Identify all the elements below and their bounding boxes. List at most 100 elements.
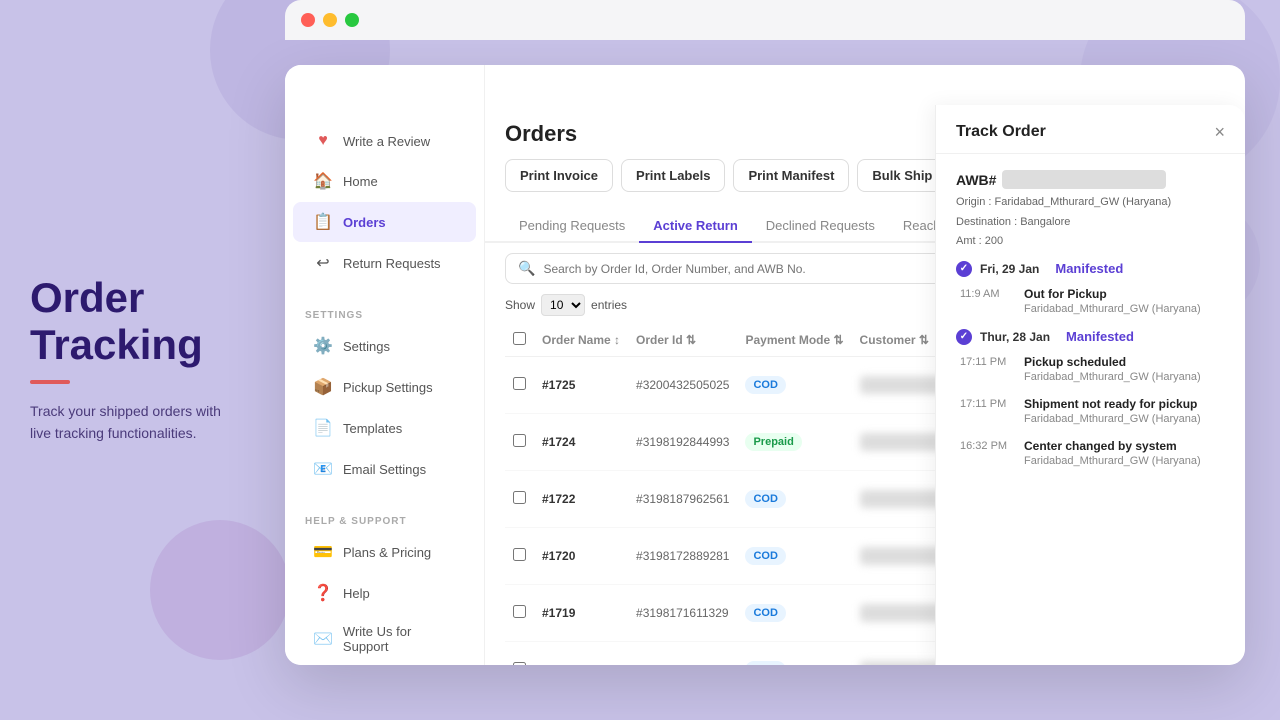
sidebar-help-section: HELP & SUPPORT 💳 Plans & Pricing ❓ Help …	[285, 498, 484, 665]
settings-icon: ⚙️	[313, 336, 333, 356]
timeline-time: 17:11 PM	[960, 398, 1012, 425]
sidebar-item-label: Write a Review	[343, 134, 430, 149]
timeline-date-label-2: Thur, 28 Jan	[980, 330, 1050, 344]
sidebar-top: ♥ Write a Review 🏠 Home 📋 Orders ↩ Retur…	[285, 113, 484, 292]
event-title: Shipment not ready for pickup	[1024, 397, 1201, 411]
timeline-info: Shipment not ready for pickup Faridabad_…	[1024, 397, 1201, 425]
timeline-info: Center changed by system Faridabad_Mthur…	[1024, 439, 1201, 467]
event-title: Pickup scheduled	[1024, 355, 1201, 369]
sidebar-item-label: Plans & Pricing	[343, 545, 431, 560]
dest-value: Bangalore	[1020, 216, 1070, 228]
timeline-time: 11:9 AM	[960, 288, 1012, 315]
order-name: #1725	[534, 357, 628, 414]
app-title: Order Tracking	[30, 275, 240, 367]
sidebar-item-templates[interactable]: 📄 Templates	[293, 408, 476, 448]
sidebar-item-label: Home	[343, 174, 378, 189]
event-title: Center changed by system	[1024, 439, 1201, 453]
sidebar-item-email-settings[interactable]: 📧 Email Settings	[293, 449, 476, 489]
order-name: #1724	[534, 414, 628, 471]
sidebar-item-label: Return Requests	[343, 256, 441, 271]
origin-value: Faridabad_Mthurard_GW (Haryana)	[995, 196, 1172, 208]
left-panel: Order Tracking Track your shipped orders…	[0, 0, 270, 720]
awb-value: ████████████████	[1002, 170, 1165, 189]
sidebar-item-orders[interactable]: 📋 Orders	[293, 202, 476, 242]
timeline-event-1-1: 11:9 AM Out for Pickup Faridabad_Mthurar…	[956, 287, 1225, 315]
window-close-dot[interactable]	[301, 13, 315, 27]
dest-label: Destination :	[956, 216, 1020, 228]
order-name: #1719	[534, 585, 628, 642]
title-underline	[30, 380, 70, 384]
awb-section: AWB# ████████████████ Origin : Faridabad…	[956, 170, 1225, 247]
sidebar-item-label: Templates	[343, 421, 402, 436]
event-title: Out for Pickup	[1024, 287, 1201, 301]
awb-label: AWB#	[956, 172, 996, 188]
heart-icon: ♥	[313, 132, 333, 150]
track-panel-close[interactable]: ×	[1214, 123, 1225, 141]
order-name: #1722	[534, 471, 628, 528]
sidebar-item-help[interactable]: ❓ Help	[293, 573, 476, 613]
tab-pending[interactable]: Pending Requests	[505, 210, 639, 243]
payment-mode: COD	[737, 528, 851, 585]
plans-icon: 💳	[313, 542, 333, 562]
settings-section-label: SETTINGS	[285, 300, 484, 325]
order-id: #3200432505025	[628, 357, 737, 414]
order-name: #1720	[534, 528, 628, 585]
window-minimize-dot[interactable]	[323, 13, 337, 27]
sidebar-item-label: Settings	[343, 339, 390, 354]
sidebar-item-label: Orders	[343, 215, 386, 230]
row-checkbox[interactable]	[513, 491, 526, 504]
print-manifest-button[interactable]: Print Manifest	[733, 159, 849, 192]
sidebar-item-home[interactable]: 🏠 Home	[293, 161, 476, 201]
sidebar-item-label: Write Us for Support	[343, 624, 456, 654]
row-checkbox[interactable]	[513, 605, 526, 618]
order-id: #3198187962561	[628, 471, 737, 528]
timeline-info: Out for Pickup Faridabad_Mthurard_GW (Ha…	[1024, 287, 1201, 315]
col-order-id: Order Id ⇅	[628, 324, 737, 357]
main-window: ♥ Write a Review 🏠 Home 📋 Orders ↩ Retur…	[285, 65, 1245, 665]
sidebar-item-return-requests[interactable]: ↩ Return Requests	[293, 243, 476, 283]
row-checkbox[interactable]	[513, 377, 526, 390]
window-maximize-dot[interactable]	[345, 13, 359, 27]
print-labels-button[interactable]: Print Labels	[621, 159, 725, 192]
sidebar-item-plans[interactable]: 💳 Plans & Pricing	[293, 532, 476, 572]
amount: Amt : 200	[956, 235, 1225, 247]
origin-label: Origin :	[956, 196, 995, 208]
help-section-label: HELP & SUPPORT	[285, 506, 484, 531]
timeline-time: 17:11 PM	[960, 356, 1012, 383]
entries-label: entries	[591, 298, 627, 312]
payment-mode: COD	[737, 642, 851, 666]
sidebar-item-write-review[interactable]: ♥ Write a Review	[293, 122, 476, 160]
payment-mode: COD	[737, 585, 851, 642]
row-checkbox[interactable]	[513, 548, 526, 561]
timeline-info: Pickup scheduled Faridabad_Mthurard_GW (…	[1024, 355, 1201, 383]
row-checkbox[interactable]	[513, 434, 526, 447]
show-label: Show	[505, 298, 535, 312]
sidebar-item-pickup-settings[interactable]: 📦 Pickup Settings	[293, 367, 476, 407]
event-location: Faridabad_Mthurard_GW (Haryana)	[1024, 303, 1201, 315]
timeline-date-label-1: Fri, 29 Jan	[980, 262, 1039, 276]
row-checkbox[interactable]	[513, 662, 526, 665]
payment-mode: COD	[737, 471, 851, 528]
sidebar-item-write-us[interactable]: ✉️ Write Us for Support	[293, 614, 476, 664]
sidebar-item-label: Pickup Settings	[343, 380, 433, 395]
order-id: #3198171611329	[628, 585, 737, 642]
bulk-ship-button[interactable]: Bulk Ship	[857, 159, 947, 192]
return-icon: ↩	[313, 253, 333, 273]
tab-declined[interactable]: Declined Requests	[752, 210, 889, 243]
templates-icon: 📄	[313, 418, 333, 438]
order-id: #3198192844993	[628, 414, 737, 471]
print-invoice-button[interactable]: Print Invoice	[505, 159, 613, 192]
select-all-checkbox[interactable]	[513, 332, 526, 345]
origin-dest: Origin : Faridabad_Mthurard_GW (Haryana)…	[956, 193, 1225, 233]
tab-active-return[interactable]: Active Return	[639, 210, 752, 243]
show-select[interactable]: 10 25 50	[541, 294, 585, 316]
sidebar: ♥ Write a Review 🏠 Home 📋 Orders ↩ Retur…	[285, 65, 485, 665]
sidebar-item-settings[interactable]: ⚙️ Settings	[293, 326, 476, 366]
timeline-check-icon-1	[956, 261, 972, 277]
amount-value: 200	[985, 235, 1003, 247]
track-title: Track Order	[956, 123, 1046, 141]
pickup-icon: 📦	[313, 377, 333, 397]
col-order-name: Order Name ↕	[534, 324, 628, 357]
timeline-date-1: Fri, 29 Jan Manifested	[956, 261, 1225, 277]
timeline-event-2-1: 17:11 PM Pickup scheduled Faridabad_Mthu…	[956, 355, 1225, 383]
